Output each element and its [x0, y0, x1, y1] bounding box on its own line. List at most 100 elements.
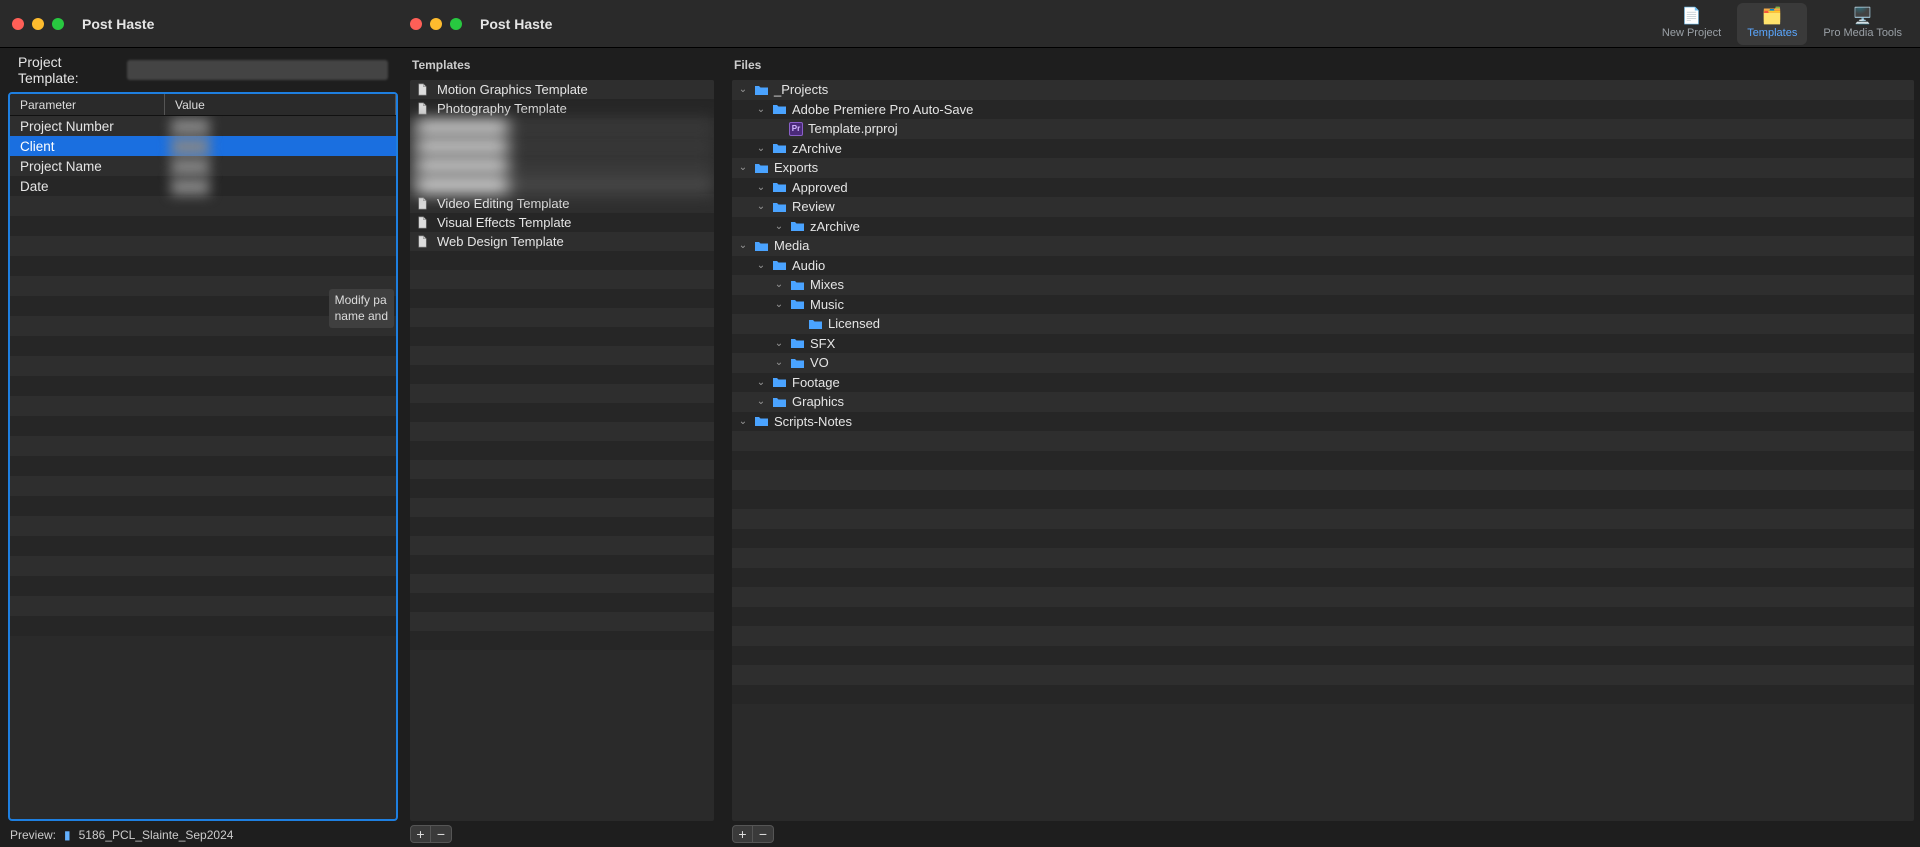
template-label: Web Design Template [437, 234, 564, 249]
tree-row[interactable]: ⌄Audio [732, 256, 1914, 276]
parameter-row[interactable] [10, 436, 396, 456]
folder-icon [771, 376, 787, 388]
tree-row[interactable]: ⌄Music [732, 295, 1914, 315]
parameter-value[interactable]: ████ [165, 159, 396, 174]
chevron-down-icon[interactable]: ⌄ [756, 182, 766, 192]
remove-file-button[interactable]: − [753, 825, 774, 843]
parameter-row[interactable] [10, 596, 396, 616]
parameter-row[interactable] [10, 216, 396, 236]
template-item[interactable]: Motion Graphics Template [410, 80, 714, 99]
tree-item-label: Adobe Premiere Pro Auto-Save [792, 102, 973, 117]
parameter-row[interactable] [10, 536, 396, 556]
chevron-down-icon[interactable]: ⌄ [774, 358, 784, 368]
tree-row[interactable]: ⌄zArchive [732, 139, 1914, 159]
parameter-row[interactable] [10, 516, 396, 536]
chevron-down-icon[interactable]: ⌄ [774, 299, 784, 309]
tree-row[interactable]: Licensed [732, 314, 1914, 334]
parameter-row[interactable] [10, 476, 396, 496]
tree-item-label: VO [810, 355, 829, 370]
chevron-down-icon[interactable]: ⌄ [756, 377, 766, 387]
template-item[interactable]: Web Design Template [410, 232, 714, 251]
tree-row[interactable]: ⌄ Adobe Premiere Pro Auto-Save [732, 100, 1914, 120]
parameter-row[interactable] [10, 416, 396, 436]
parameter-header-value[interactable]: Value [165, 94, 396, 115]
templates-button[interactable]: 🗂️ Templates [1737, 3, 1807, 45]
tree-row[interactable]: ⌄_Projects [732, 80, 1914, 100]
tree-row[interactable]: ⌄Scripts-Notes [732, 412, 1914, 432]
template-label: Motion Graphics Template [437, 82, 588, 97]
template-item[interactable]: Photography Template [410, 99, 714, 118]
parameter-row[interactable]: Client████ [10, 136, 396, 156]
parameter-value[interactable]: ████ [165, 119, 396, 134]
folder-icon [753, 240, 769, 252]
tree-row[interactable]: ⌄Review [732, 197, 1914, 217]
window-title-left: Post Haste [82, 16, 154, 32]
close-icon[interactable] [410, 18, 422, 30]
parameter-row[interactable] [10, 496, 396, 516]
minimize-icon[interactable] [32, 18, 44, 30]
project-template-dropdown[interactable] [127, 60, 388, 80]
add-file-button[interactable]: + [732, 825, 753, 843]
remove-template-button[interactable]: − [431, 825, 452, 843]
minimize-icon[interactable] [430, 18, 442, 30]
tree-row[interactable]: ⌄zArchive [732, 217, 1914, 237]
tree-row[interactable]: ⌄Approved [732, 178, 1914, 198]
maximize-icon[interactable] [450, 18, 462, 30]
chevron-down-icon[interactable]: ⌄ [756, 143, 766, 153]
parameter-row[interactable] [10, 256, 396, 276]
parameter-row[interactable] [10, 236, 396, 256]
template-item[interactable]: ██████████ [410, 137, 714, 156]
tree-row[interactable]: PrTemplate.prproj [732, 119, 1914, 139]
folder-icon [789, 279, 805, 291]
maximize-icon[interactable] [52, 18, 64, 30]
add-template-button[interactable]: + [410, 825, 431, 843]
parameter-row[interactable]: Project Number████ [10, 116, 396, 136]
tree-row[interactable]: ⌄Mixes [732, 275, 1914, 295]
chevron-down-icon[interactable]: ⌄ [756, 202, 766, 212]
template-item[interactable]: ██████████ [410, 118, 714, 137]
new-project-button[interactable]: 📄 New Project [1652, 3, 1731, 45]
chevron-down-icon[interactable]: ⌄ [774, 280, 784, 290]
template-label: Video Editing Template [437, 196, 570, 211]
chevron-down-icon[interactable]: ⌄ [738, 241, 748, 251]
chevron-down-icon[interactable]: ⌄ [738, 416, 748, 426]
parameter-row[interactable] [10, 396, 396, 416]
parameter-row[interactable] [10, 376, 396, 396]
document-icon [416, 235, 429, 248]
parameter-row[interactable] [10, 356, 396, 376]
parameter-value[interactable]: ████ [165, 139, 396, 154]
chevron-down-icon[interactable]: ⌄ [756, 397, 766, 407]
pro-media-tools-button[interactable]: 🖥️ Pro Media Tools [1813, 3, 1912, 45]
close-icon[interactable] [12, 18, 24, 30]
new-project-icon: 📄 [1682, 9, 1702, 25]
template-item[interactable]: Video Editing Template [410, 194, 714, 213]
template-item[interactable]: ██████████ [410, 175, 714, 194]
parameter-row[interactable] [10, 456, 396, 476]
template-item[interactable]: Visual Effects Template [410, 213, 714, 232]
parameter-row[interactable] [10, 336, 396, 356]
parameter-row[interactable] [10, 196, 396, 216]
document-icon [416, 216, 429, 229]
parameter-value[interactable]: ████ [165, 179, 396, 194]
chevron-down-icon[interactable]: ⌄ [738, 163, 748, 173]
parameter-row[interactable] [10, 576, 396, 596]
tree-row[interactable]: ⌄SFX [732, 334, 1914, 354]
chevron-down-icon[interactable]: ⌄ [756, 260, 766, 270]
tree-row[interactable]: ⌄ Footage [732, 373, 1914, 393]
chevron-down-icon[interactable]: ⌄ [756, 104, 766, 114]
parameter-row[interactable] [10, 556, 396, 576]
parameter-row[interactable] [10, 616, 396, 636]
tree-row[interactable]: ⌄ VO [732, 353, 1914, 373]
chevron-down-icon[interactable]: ⌄ [738, 85, 748, 95]
parameter-row[interactable]: Project Name████ [10, 156, 396, 176]
tree-row[interactable]: ⌄Graphics [732, 392, 1914, 412]
tree-item-label: Footage [792, 375, 840, 390]
parameter-header-parameter[interactable]: Parameter [10, 94, 165, 115]
tree-row[interactable]: ⌄Media [732, 236, 1914, 256]
template-item[interactable]: ██████████ [410, 156, 714, 175]
parameter-row[interactable]: Date████ [10, 176, 396, 196]
chevron-down-icon[interactable]: ⌄ [774, 338, 784, 348]
chevron-down-icon[interactable]: ⌄ [774, 221, 784, 231]
tree-row[interactable]: ⌄Exports [732, 158, 1914, 178]
parameter-name: Client [10, 139, 165, 154]
